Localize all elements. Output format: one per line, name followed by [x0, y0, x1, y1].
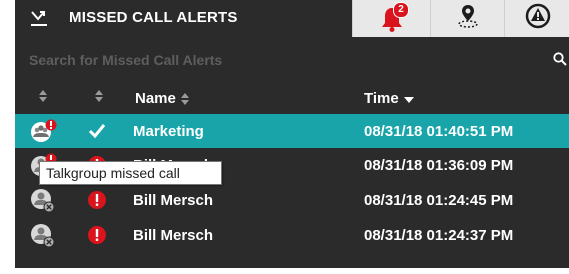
sort-status-button[interactable] — [95, 90, 103, 102]
tab-emergency[interactable] — [504, 0, 569, 37]
column-header-time-label: Time — [364, 90, 399, 107]
sort-arrows-icon — [180, 92, 189, 105]
column-header-name[interactable]: Name — [135, 90, 189, 107]
tab-alarms[interactable]: 2 — [352, 0, 431, 37]
row-time: 08/31/18 01:24:45 PM — [364, 192, 514, 209]
private-call-icon — [28, 188, 62, 217]
table-row[interactable]: Marketing 08/31/18 01:40:51 PM — [15, 114, 569, 148]
row-time: 08/31/18 01:36:09 PM — [364, 157, 514, 174]
tab-bar: MISSED CALL ALERTS 2 — [15, 0, 569, 37]
tab-missed-call-alerts[interactable]: MISSED CALL ALERTS — [15, 0, 352, 37]
row-name: Bill Mersch — [133, 192, 214, 209]
private-call-icon — [28, 223, 62, 252]
table-row[interactable]: Bill Mersch 08/31/18 01:24:45 PM — [15, 183, 569, 217]
sort-type-button[interactable] — [39, 90, 47, 102]
bell-alert-icon: 2 — [377, 1, 409, 34]
location-pin-icon — [453, 1, 483, 36]
missed-call-alerts-panel: MISSED CALL ALERTS 2 Search for Missed C… — [15, 0, 569, 268]
sort-arrows-icon — [39, 90, 47, 102]
emergency-warning-icon — [524, 2, 552, 35]
table-header: Name Time — [15, 84, 569, 114]
red-alert-icon[interactable] — [87, 190, 107, 215]
sort-descending-icon — [403, 96, 414, 103]
row-time: 08/31/18 01:24:37 PM — [364, 227, 514, 244]
search-bar — [15, 43, 569, 77]
search-icon[interactable] — [553, 52, 567, 71]
column-header-time[interactable]: Time — [364, 90, 414, 107]
tab-label: MISSED CALL ALERTS — [69, 9, 238, 26]
tab-location[interactable] — [430, 0, 505, 37]
alarm-count-badge: 2 — [393, 1, 409, 18]
sort-arrows-icon — [95, 90, 103, 102]
row-name: Bill Mersch — [133, 227, 214, 244]
tooltip: Talkgroup missed call — [39, 161, 222, 185]
red-alert-icon[interactable] — [87, 225, 107, 250]
talkgroup-alert-icon — [28, 119, 62, 148]
checkmark-icon[interactable] — [87, 121, 107, 146]
missed-call-icon — [29, 8, 49, 33]
table-row[interactable]: Bill Mersch 08/31/18 01:24:37 PM — [15, 218, 569, 252]
row-name: Marketing — [133, 123, 204, 140]
search-input[interactable] — [29, 51, 529, 69]
row-time: 08/31/18 01:40:51 PM — [364, 123, 514, 140]
column-header-name-label: Name — [135, 90, 176, 107]
